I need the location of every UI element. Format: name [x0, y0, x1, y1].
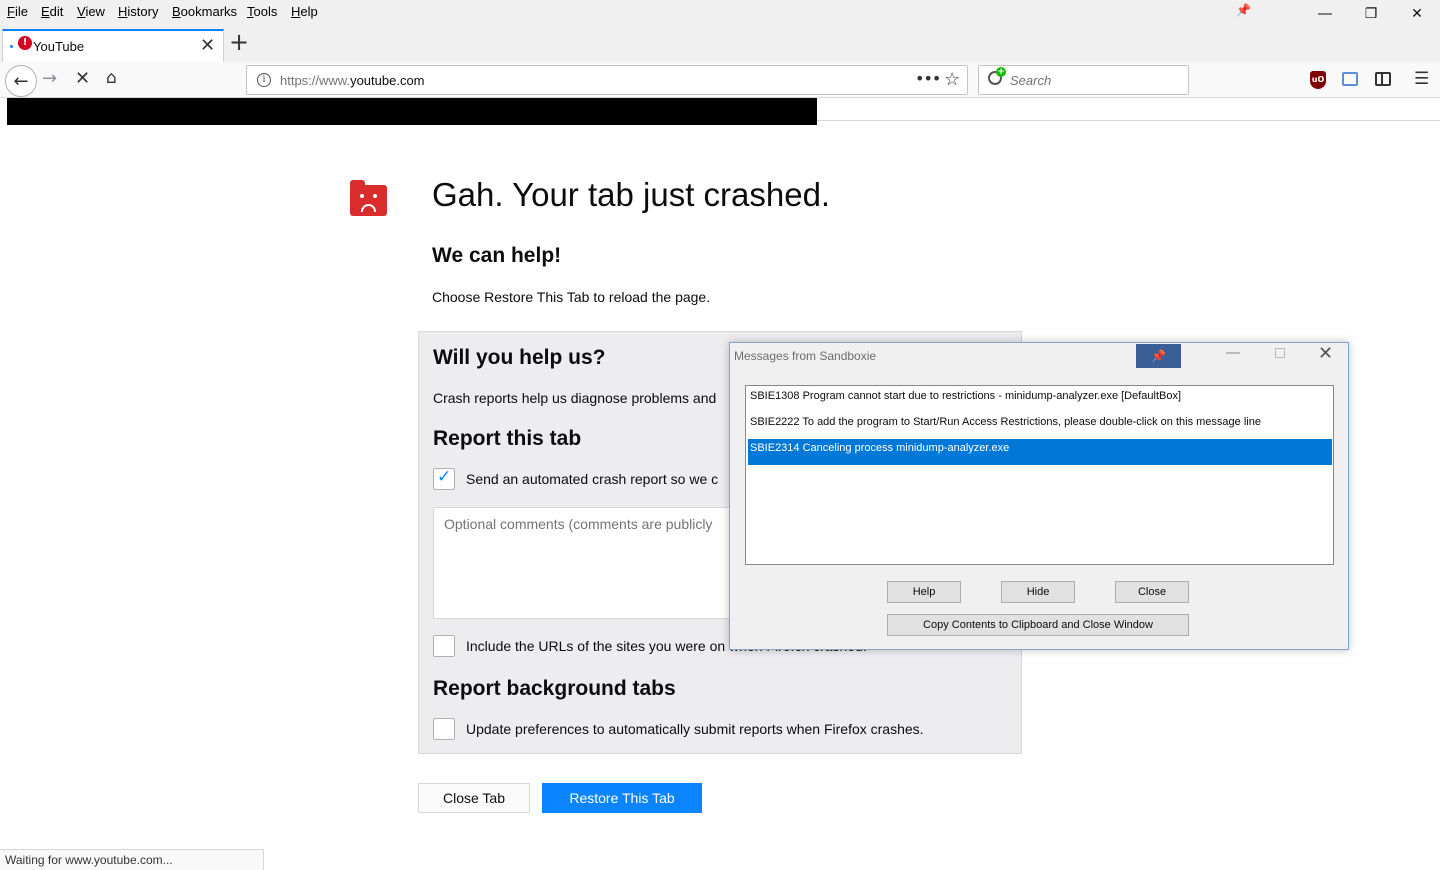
message-list[interactable]: SBIE1308 Program cannot start due to res…: [745, 385, 1334, 565]
list-item-selected[interactable]: SBIE2314 Canceling process minidump-anal…: [748, 439, 1332, 465]
divider: [817, 120, 1440, 121]
tab-strip: ! YouTube ✕ +: [0, 26, 1440, 63]
report-tab-heading: Report this tab: [433, 427, 582, 450]
help-heading: We can help!: [432, 244, 562, 267]
search-placeholder: Search: [1010, 73, 1052, 88]
menu-tools[interactable]: Tools: [247, 4, 277, 19]
restore-icon[interactable]: ❐: [1348, 0, 1394, 28]
sidebar-icon[interactable]: [1375, 72, 1391, 86]
menu-file[interactable]: File: [7, 4, 28, 19]
redaction-bar: [7, 98, 817, 125]
bookmark-star-icon[interactable]: ☆: [944, 69, 960, 90]
hide-button[interactable]: Hide: [1001, 581, 1075, 603]
hamburger-menu-icon[interactable]: ☰: [1414, 69, 1429, 89]
containers-icon[interactable]: [1342, 72, 1358, 86]
list-item[interactable]: SBIE2222 To add the program to Start/Run…: [748, 413, 1332, 439]
close-tab-button[interactable]: Close Tab: [418, 783, 530, 813]
update-prefs-checkbox[interactable]: [433, 718, 455, 740]
pin-icon[interactable]: 📌: [1136, 344, 1181, 368]
tab-title: YouTube: [33, 39, 85, 54]
menu-bar: File Edit View History Bookmarks Tools H…: [0, 0, 1440, 26]
dialog-title: Messages from Sandboxie: [734, 349, 877, 363]
close-icon[interactable]: ✕: [1394, 0, 1440, 28]
menu-view[interactable]: View: [77, 4, 105, 19]
eye-right: [373, 194, 377, 198]
add-search-engine-icon: +: [996, 67, 1006, 77]
crash-reports-text: Crash reports help us diagnose problems …: [433, 390, 717, 406]
site-info-icon[interactable]: i: [257, 73, 271, 87]
dialog-minimize-icon[interactable]: ―: [1226, 345, 1240, 361]
alert-icon: !: [18, 36, 32, 50]
navigation-bar: ← → ✕ ⌂ i https://www.youtube.com ••• ☆ …: [0, 62, 1440, 98]
include-urls-checkbox[interactable]: [433, 635, 455, 657]
minimize-icon[interactable]: ―: [1302, 0, 1348, 28]
new-tab-icon[interactable]: +: [229, 30, 249, 54]
restore-tab-button[interactable]: Restore This Tab: [542, 783, 702, 813]
comments-placeholder: Optional comments (comments are publicly: [444, 516, 713, 532]
home-icon[interactable]: ⌂: [106, 68, 117, 88]
report-background-heading: Report background tabs: [433, 677, 676, 700]
menu-edit[interactable]: Edit: [41, 4, 63, 19]
help-text: Choose Restore This Tab to reload the pa…: [432, 289, 711, 305]
list-item[interactable]: SBIE1308 Program cannot start due to res…: [748, 387, 1332, 413]
tab-close-icon[interactable]: ✕: [200, 35, 215, 56]
menu-history[interactable]: History: [118, 4, 158, 19]
sad-folder-icon: [350, 180, 387, 216]
tab-youtube[interactable]: ! YouTube ✕: [2, 29, 224, 63]
status-bar: Waiting for www.youtube.com...: [0, 849, 264, 870]
page-title: Gah. Your tab just crashed.: [432, 176, 831, 213]
url-text[interactable]: https://www.youtube.com: [280, 73, 425, 88]
frown: [361, 204, 376, 212]
update-prefs-label[interactable]: Update preferences to automatically subm…: [466, 721, 924, 737]
pin-icon[interactable]: 📌: [1236, 3, 1251, 17]
send-report-label[interactable]: Send an automated crash report so we c: [466, 471, 718, 487]
search-input[interactable]: + Search: [978, 65, 1189, 95]
url-bar[interactable]: i https://www.youtube.com ••• ☆: [246, 65, 968, 95]
attention-dot: [10, 45, 13, 48]
eye-left: [360, 194, 364, 198]
send-report-checkbox[interactable]: [433, 467, 455, 490]
menu-bookmarks[interactable]: Bookmarks: [172, 4, 237, 19]
copy-and-close-button[interactable]: Copy Contents to Clipboard and Close Win…: [887, 614, 1189, 636]
will-you-help-heading: Will you help us?: [433, 346, 606, 369]
back-arrow-icon[interactable]: ←: [5, 65, 37, 97]
ublock-origin-icon[interactable]: uO: [1310, 71, 1326, 89]
menu-help[interactable]: Help: [291, 4, 318, 19]
help-button[interactable]: Help: [887, 581, 961, 603]
sandboxie-dialog: Messages from Sandboxie 📌 ― ✕ SBIE1308 P…: [729, 342, 1349, 650]
page-actions-icon[interactable]: •••: [915, 69, 941, 88]
stop-icon[interactable]: ✕: [75, 68, 90, 89]
forward-arrow-icon[interactable]: →: [42, 68, 57, 89]
dialog-close-icon[interactable]: ✕: [1318, 343, 1333, 364]
close-button[interactable]: Close: [1115, 581, 1189, 603]
dialog-maximize-icon: [1275, 348, 1285, 358]
